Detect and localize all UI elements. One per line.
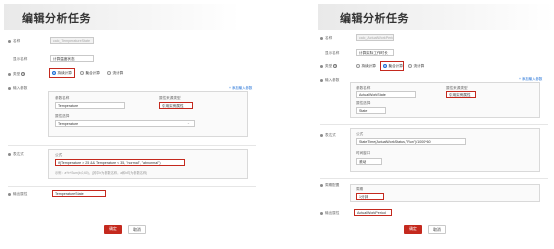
bullet-icon — [8, 193, 11, 196]
add-param-link[interactable]: + 添加输入参数 — [229, 85, 252, 90]
name-label: 名称 — [325, 36, 333, 40]
type-radio-continuous[interactable]: 持续计算 — [52, 71, 72, 76]
source-attr-label: 属性选择 — [356, 101, 371, 105]
source-attr-label: 属性选择 — [55, 114, 70, 118]
divider — [8, 186, 256, 187]
agg-label: 时间窗口 — [356, 151, 371, 155]
agg-select[interactable]: 滚动 — [356, 158, 382, 165]
bullet-icon — [8, 87, 11, 90]
name-input[interactable]: calc_ActualWorkPeriod — [356, 34, 394, 41]
bullet-icon — [320, 37, 323, 40]
name-input[interactable]: calc_TemperatureState — [50, 37, 94, 44]
type-radio-aggregate[interactable]: 聚合计算 — [383, 64, 403, 69]
right-panel: 编辑分析任务 名称 calc_ActualWorkPeriod 显示名称 计算实… — [284, 0, 554, 249]
display-name-input[interactable]: 计算温度状态 — [50, 55, 94, 62]
expression-label: 表达式 — [325, 133, 336, 137]
output-attr-label: 输出属性 — [13, 192, 28, 196]
confirm-button[interactable]: 确定 — [104, 225, 122, 234]
window-label: 周期配置 — [325, 183, 340, 187]
display-name-label: 显示名称 — [13, 57, 28, 61]
bullet-icon — [320, 65, 323, 68]
type-radio-stream[interactable]: 流计算 — [107, 71, 123, 76]
type-radio-continuous[interactable]: 持续计算 — [356, 64, 376, 69]
param-card: 参数名称 Temperature 属性来源类型 引用实例属性 属性选择 Temp… — [48, 91, 248, 137]
name-label: 名称 — [13, 39, 21, 43]
confirm-button[interactable]: 确定 — [404, 225, 422, 234]
output-attr-label: 输出属性 — [325, 211, 340, 215]
bullet-icon — [8, 73, 11, 76]
source-type-select[interactable]: 引用实例属性 — [446, 91, 476, 98]
dialog-header: 编辑分析任务 — [4, 4, 240, 30]
input-params-label: 输入参数 — [13, 86, 28, 90]
dialog-title: 编辑分析任务 — [340, 13, 409, 25]
type-radio-aggregate[interactable]: 聚合计算 — [80, 71, 100, 76]
cancel-button[interactable]: 取消 — [428, 225, 446, 234]
bullet-icon — [320, 184, 323, 187]
period-label: 周期 — [356, 187, 364, 191]
window-card: 周期 1分钟 — [350, 184, 540, 202]
expression-label: 表达式 — [13, 152, 24, 156]
left-panel: 编辑分析任务 名称 calc_TemperatureState 显示名称 计算温… — [0, 0, 270, 249]
help-icon: ? — [21, 72, 26, 77]
source-attr-select[interactable]: State — [356, 107, 386, 114]
param-name-input[interactable]: ActualWorkState — [356, 91, 416, 98]
source-attr-select[interactable]: Temperature — [55, 120, 195, 127]
type-radio-stream[interactable]: 流计算 — [408, 64, 424, 69]
formula-hint: 示例：a*b+Sum(b,0,60)，(其中b为参数名称，a和b均为参数名称) — [55, 171, 148, 175]
help-icon: ? — [333, 64, 338, 69]
param-name-input[interactable]: Temperature — [55, 102, 125, 109]
page: 编辑分析任务 名称 calc_TemperatureState 显示名称 计算温… — [0, 0, 554, 249]
bullet-icon — [320, 134, 323, 137]
formula-label: 公式 — [356, 132, 364, 136]
dialog-title: 编辑分析任务 — [22, 13, 91, 25]
display-name-input[interactable]: 计算实际工作时长 — [356, 49, 394, 56]
divider — [320, 178, 548, 179]
source-type-select[interactable]: 引用实例属性 — [159, 102, 193, 109]
chevron-down-icon: ⌄ — [187, 121, 190, 125]
cancel-button[interactable]: 取消 — [128, 225, 146, 234]
bullet-icon — [320, 212, 323, 215]
divider — [320, 124, 548, 125]
input-params-label: 输入参数 — [325, 78, 340, 82]
output-attr-select[interactable]: TemperatureState — [52, 190, 106, 197]
bullet-icon — [320, 79, 323, 82]
type-label: 类型? — [325, 64, 338, 69]
display-name-label: 显示名称 — [325, 51, 340, 55]
formula-input[interactable]: StateTime(ActualWorkStatus,"Run")/1000*6… — [356, 138, 466, 145]
period-select[interactable]: 1分钟 — [356, 193, 384, 200]
type-label: 类型? — [13, 72, 26, 77]
divider — [8, 145, 256, 146]
source-type-label: 属性来源类型 — [159, 96, 181, 100]
output-attr-select[interactable]: ActualWorkPeriod — [354, 209, 392, 216]
param-card: 参数名称 ActualWorkState 属性来源类型 引用实例属性 属性选择 … — [350, 82, 540, 118]
add-param-link[interactable]: + 添加输入参数 — [519, 76, 542, 81]
param-name-label: 参数名称 — [55, 96, 70, 100]
bullet-icon — [8, 153, 11, 156]
dialog-header: 编辑分析任务 — [318, 4, 554, 30]
formula-label: 公式 — [55, 153, 63, 157]
expression-card: 公式 StateTime(ActualWorkStatus,"Run")/100… — [350, 128, 540, 172]
expression-card: 公式 if(Temperature > 25 && Temperature < … — [48, 149, 248, 179]
formula-input[interactable]: if(Temperature > 25 && Temperature < 35,… — [55, 159, 185, 166]
bullet-icon — [8, 40, 11, 43]
